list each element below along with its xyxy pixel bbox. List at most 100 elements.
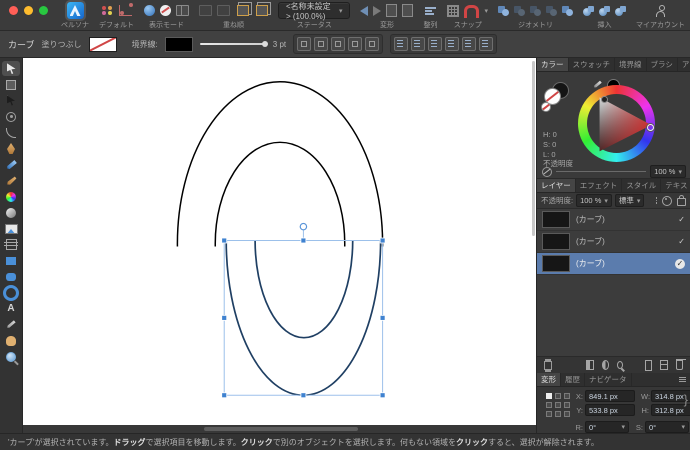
color-tab-アピアランス[interactable]: アピアランス <box>678 58 690 71</box>
insert-on-top-icon[interactable] <box>599 5 610 16</box>
contour-tool[interactable] <box>2 93 20 108</box>
insert-inside-icon[interactable] <box>615 5 626 16</box>
revert-defaults-icon[interactable] <box>118 3 133 16</box>
transparency-tool[interactable] <box>2 205 20 220</box>
anchor-point-8[interactable] <box>564 411 570 417</box>
donut-tool[interactable] <box>2 284 20 301</box>
anchor-point-selector[interactable] <box>546 393 570 417</box>
opacity-slider-track[interactable] <box>556 171 647 172</box>
gradient-tool[interactable] <box>2 189 20 204</box>
transform-panel-menu-icon[interactable] <box>675 373 690 386</box>
rotate-ccw-icon[interactable] <box>386 4 398 17</box>
selection-bounding-box[interactable] <box>223 240 384 396</box>
anchor-point-6[interactable] <box>546 411 552 417</box>
transform-tab-ナビゲータ[interactable]: ナビゲータ <box>585 373 632 386</box>
anchor-point-1[interactable] <box>555 393 561 399</box>
scale-with-object-icon[interactable] <box>331 37 346 51</box>
text-tool[interactable]: A <box>2 301 20 316</box>
grid-icon[interactable] <box>447 4 460 17</box>
opacity-value-box[interactable]: 100 % ▾ <box>650 165 686 178</box>
rotation-input[interactable]: 0° ▾ <box>585 421 629 433</box>
rectangle-tool[interactable] <box>2 253 20 268</box>
anchor-point-4[interactable] <box>555 402 561 408</box>
move-backward-icon[interactable] <box>256 5 268 16</box>
new-layer-icon[interactable] <box>645 359 653 371</box>
style-picker-tool[interactable] <box>2 317 20 332</box>
flip-horizontal-icon[interactable] <box>360 5 369 16</box>
anchor-point-0[interactable] <box>546 393 552 399</box>
bring-to-front-icon[interactable] <box>199 5 212 16</box>
color-tab-ブラシ[interactable]: ブラシ <box>647 58 678 71</box>
lock-children-icon[interactable] <box>348 37 363 51</box>
layers-opacity-dropdown[interactable]: 100 % ▾ <box>576 194 612 207</box>
x-input[interactable]: 849.1 px <box>585 390 635 402</box>
layers-tab-エフェクト[interactable]: エフェクト <box>576 179 623 192</box>
gear-icon[interactable] <box>662 195 672 206</box>
boolean-subtract-icon[interactable] <box>514 5 525 16</box>
anchor-point-3[interactable] <box>546 402 552 408</box>
crop-tool[interactable] <box>2 237 20 252</box>
anchor-point-7[interactable] <box>555 411 561 417</box>
align-center-icon[interactable] <box>411 37 426 51</box>
hue-selector-dot[interactable] <box>647 124 654 131</box>
anchor-point-5[interactable] <box>564 402 570 408</box>
no-color-swatch[interactable] <box>541 102 551 112</box>
document-status-dropdown[interactable]: <名称未設定> (100.0%) ▾ <box>278 2 351 21</box>
layers-empty-area[interactable] <box>537 275 690 356</box>
alignment-icon[interactable] <box>424 6 436 16</box>
snap-options-chevron-icon[interactable]: ▾ <box>484 7 488 15</box>
layers-tab-スタイル[interactable]: スタイル <box>622 179 662 192</box>
pen-tool[interactable] <box>2 141 20 156</box>
color-tab-境界線[interactable]: 境界線 <box>615 58 647 71</box>
zoom-window-button[interactable] <box>39 5 48 15</box>
flip-vertical-icon[interactable] <box>373 5 382 16</box>
fill-swatch[interactable] <box>88 36 117 52</box>
align-left-icon[interactable] <box>394 37 409 51</box>
layer-visibility-checkbox[interactable]: ✓ <box>675 258 685 269</box>
cycle-selection-box-icon[interactable] <box>314 37 329 51</box>
layer-thumbnail[interactable] <box>542 211 570 228</box>
triangle-selector-dot[interactable] <box>601 96 608 103</box>
point-transform-tool[interactable] <box>2 109 20 124</box>
align-bottom-icon[interactable] <box>479 37 494 51</box>
layer-visibility-checkbox[interactable]: ✓ <box>678 237 685 246</box>
designer-persona-icon[interactable] <box>64 0 86 21</box>
group-layers-icon[interactable] <box>660 360 669 370</box>
move-forward-icon[interactable] <box>237 5 249 16</box>
pixel-view-icon[interactable] <box>160 5 171 16</box>
layer-visibility-checkbox[interactable]: ✓ <box>678 215 685 224</box>
hide-selection-icon[interactable] <box>365 37 380 51</box>
layer-thumbnail[interactable] <box>542 255 570 272</box>
boolean-combine-icon[interactable] <box>562 5 573 16</box>
layer-row-1[interactable]: (カーブ) ✓ <box>537 209 690 231</box>
send-to-back-icon[interactable] <box>217 5 230 16</box>
rounded-rectangle-tool[interactable] <box>2 269 20 284</box>
blend-mode-dropdown[interactable]: 標準 ▾ <box>614 194 645 207</box>
rotate-cw-icon[interactable] <box>402 4 414 17</box>
delete-layer-icon[interactable] <box>675 359 686 370</box>
link-dimensions-icon[interactable]: } <box>684 392 688 407</box>
my-account-icon[interactable] <box>656 5 665 17</box>
anchor-point-2[interactable] <box>564 393 570 399</box>
fill-stroke-swatches[interactable] <box>541 80 573 112</box>
color-tab-カラー[interactable]: カラー <box>537 58 569 71</box>
adjustment-layer-icon[interactable] <box>601 360 610 370</box>
y-input[interactable]: 533.8 px <box>585 404 635 416</box>
lock-icon[interactable] <box>677 195 686 206</box>
layer-thumbnail[interactable] <box>542 233 570 250</box>
align-top-icon[interactable] <box>445 37 460 51</box>
selection-handles[interactable] <box>221 237 386 399</box>
stroke-swatch[interactable] <box>164 36 193 52</box>
stroke-width-slider[interactable] <box>199 41 268 47</box>
align-middle-icon[interactable] <box>462 37 477 51</box>
mask-layer-icon[interactable] <box>586 360 594 370</box>
layers-tab-テキスト[interactable]: テキスト <box>661 179 690 192</box>
boolean-divide-icon[interactable] <box>546 5 557 16</box>
layer-stack-icon[interactable] <box>544 360 553 370</box>
menu-dots-icon[interactable] <box>655 197 657 204</box>
vertical-scrollbar-thumb[interactable] <box>532 61 535 236</box>
document-canvas[interactable] <box>23 58 536 425</box>
layers-tab-レイヤー[interactable]: レイヤー <box>537 179 576 192</box>
place-image-tool[interactable] <box>2 221 20 236</box>
curve-object-black[interactable] <box>176 81 384 405</box>
